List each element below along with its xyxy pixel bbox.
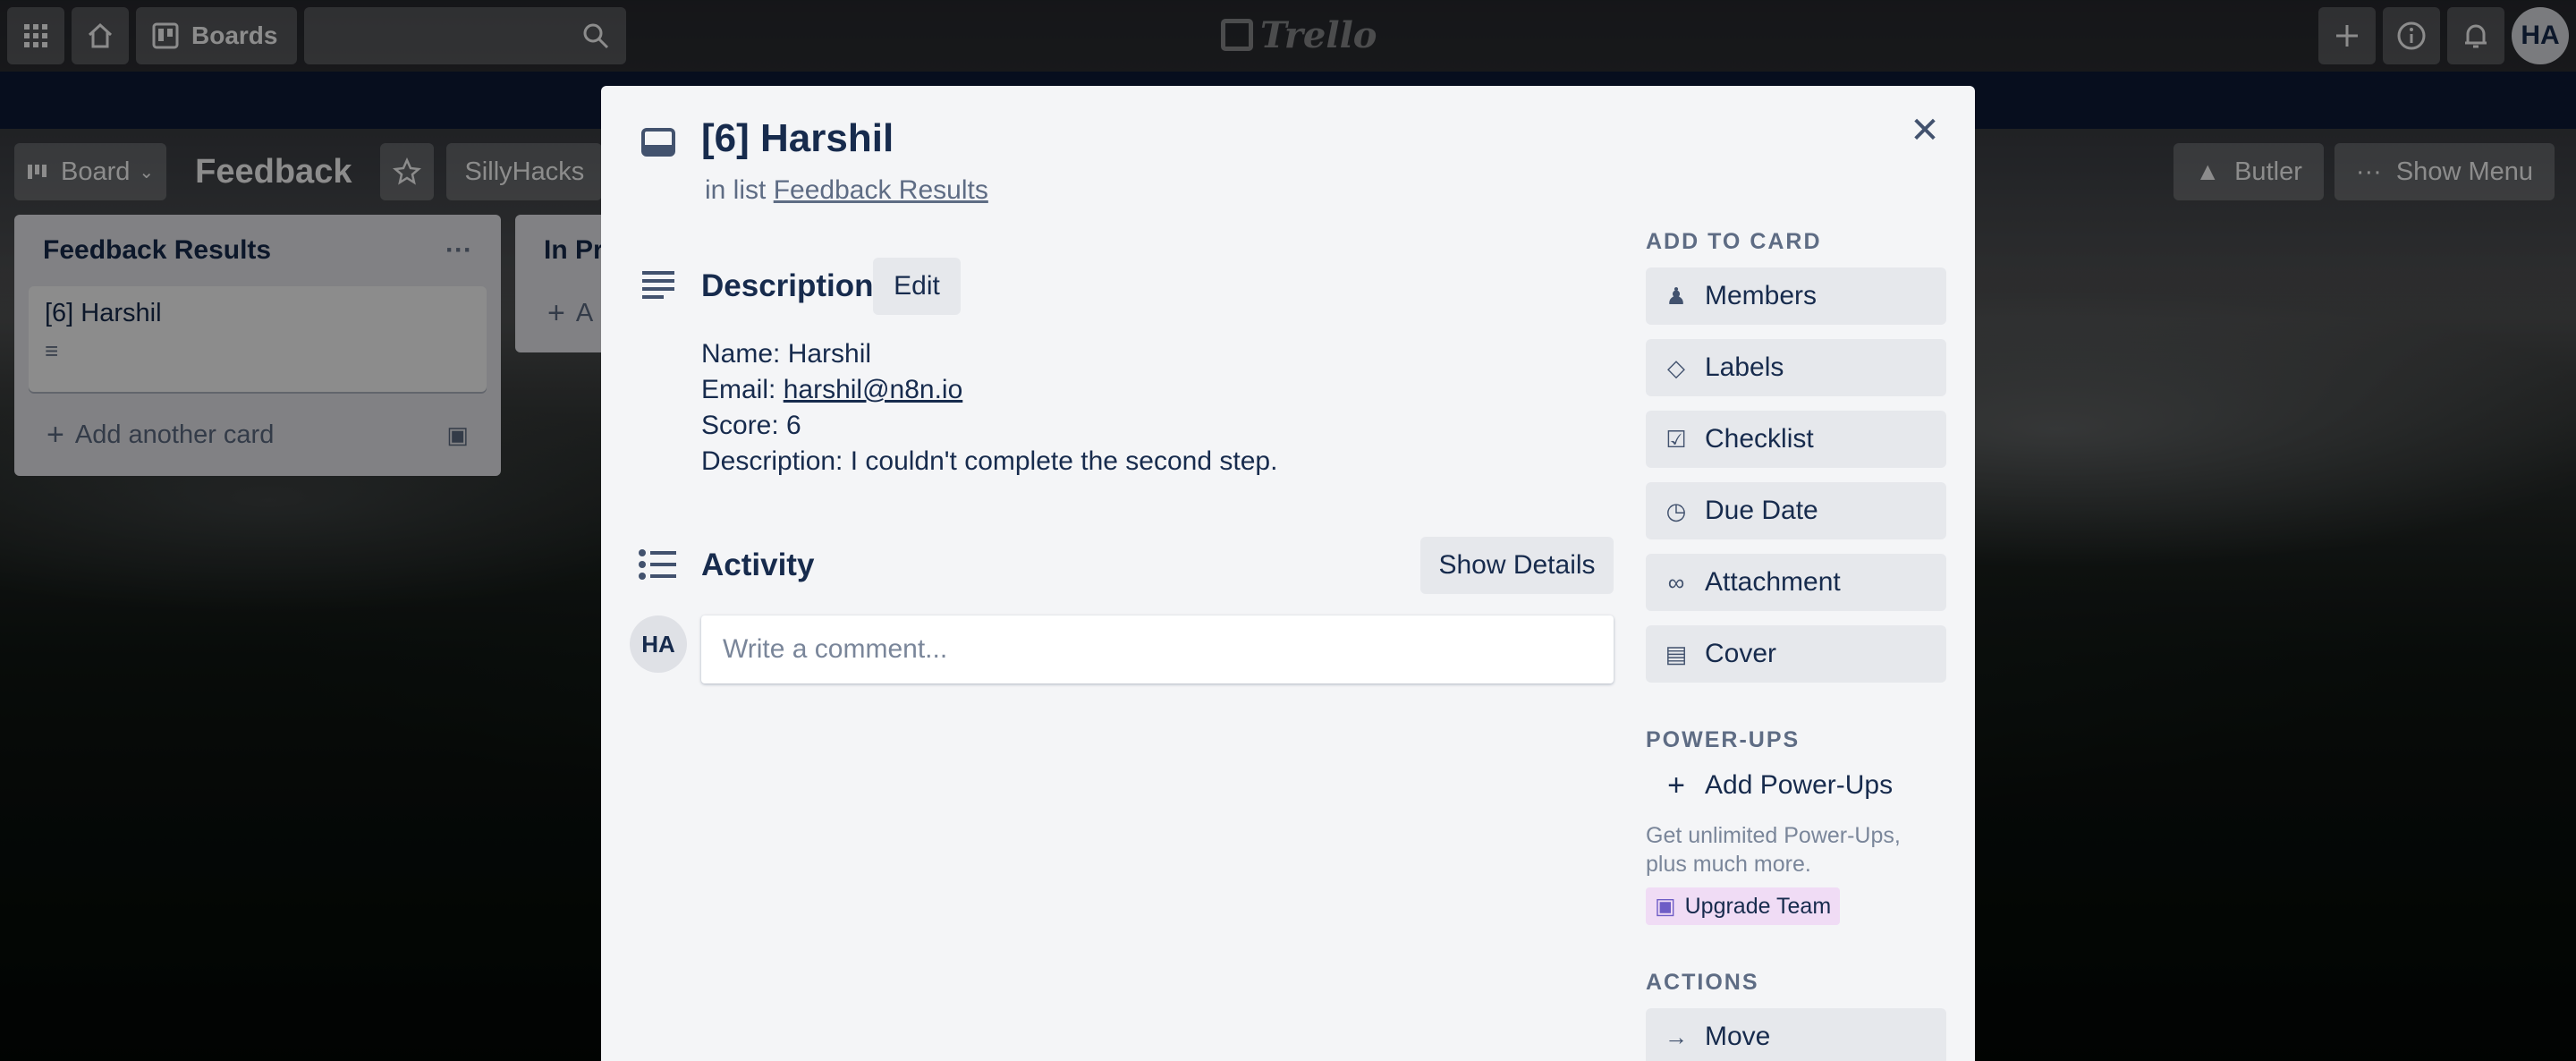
- add-to-card-heading: ADD TO CARD: [1646, 229, 1822, 254]
- labels-button[interactable]: ◇ Labels: [1646, 339, 1946, 396]
- briefcase-icon: ▣: [1655, 894, 1676, 919]
- labels-label: Labels: [1705, 352, 1784, 382]
- checklist-label: Checklist: [1705, 424, 1814, 454]
- comment-input[interactable]: [701, 615, 1614, 683]
- attachment-button[interactable]: ∞ Attachment: [1646, 554, 1946, 611]
- move-button[interactable]: → Move: [1646, 1008, 1946, 1061]
- attachment-label: Attachment: [1705, 567, 1841, 597]
- description-icon: [642, 271, 674, 299]
- description-text-line: Description: I couldn't complete the sec…: [701, 446, 1278, 476]
- activity-heading: Activity: [701, 547, 815, 582]
- in-list-prefix: in list: [705, 175, 767, 205]
- members-label: Members: [1705, 281, 1818, 310]
- upgrade-team-button[interactable]: ▣ Upgrade Team: [1646, 887, 1841, 925]
- due-date-label: Due Date: [1705, 496, 1818, 525]
- clock-icon: ◷: [1665, 497, 1687, 524]
- edit-description-button[interactable]: Edit: [873, 258, 961, 315]
- tag-icon: ◇: [1667, 353, 1685, 381]
- upgrade-team-label: Upgrade Team: [1684, 893, 1832, 919]
- activity-icon: [639, 549, 676, 580]
- power-ups-note-line2: plus much more.: [1646, 852, 1811, 877]
- cover-label: Cover: [1705, 639, 1777, 668]
- card-list-info: in list Feedback Results: [705, 175, 988, 206]
- add-power-ups-button[interactable]: + Add Power-Ups: [1646, 757, 1946, 814]
- description-email-line: Email: harshil@n8n.io: [701, 372, 1277, 408]
- due-date-button[interactable]: ◷ Due Date: [1646, 482, 1946, 539]
- email-link[interactable]: harshil@n8n.io: [784, 375, 963, 404]
- cover-button[interactable]: ▤ Cover: [1646, 625, 1946, 683]
- cover-icon: ▤: [1665, 640, 1688, 667]
- power-ups-note: Get unlimited Power-Ups, plus much more.: [1646, 821, 1946, 879]
- card-title[interactable]: [6] Harshil: [701, 116, 894, 161]
- arrow-right-icon: →: [1665, 1023, 1688, 1050]
- members-button[interactable]: ♟ Members: [1646, 267, 1946, 325]
- card-icon: [641, 128, 675, 157]
- actions-heading: ACTIONS: [1646, 970, 1759, 995]
- email-prefix: Email:: [701, 375, 776, 404]
- add-power-ups-label: Add Power-Ups: [1705, 770, 1894, 800]
- show-details-button[interactable]: Show Details: [1420, 537, 1614, 594]
- description-score-line: Score: 6: [701, 411, 801, 440]
- description-body[interactable]: Name: Harshil Email: harshil@n8n.io Scor…: [701, 336, 1277, 480]
- person-icon: ♟: [1665, 282, 1687, 310]
- power-ups-note-line1: Get unlimited Power-Ups,: [1646, 823, 1901, 848]
- description-name-line: Name: Harshil: [701, 339, 872, 369]
- card-sidebar: ADD TO CARD ♟ Members ◇ Labels ☑ Checkli…: [1646, 229, 1946, 1061]
- checklist-icon: ☑: [1665, 425, 1687, 453]
- checklist-button[interactable]: ☑ Checklist: [1646, 411, 1946, 468]
- description-heading: Description: [701, 268, 874, 303]
- close-icon[interactable]: ✕: [1903, 109, 1946, 152]
- list-link[interactable]: Feedback Results: [774, 175, 988, 205]
- avatar[interactable]: HA: [630, 615, 687, 673]
- paperclip-icon: ∞: [1667, 568, 1685, 596]
- power-ups-heading: POWER-UPS: [1646, 727, 1801, 752]
- card-detail-modal: ✕ [6] Harshil in list Feedback Results D…: [601, 86, 1975, 1061]
- plus-icon: +: [1667, 768, 1685, 802]
- move-label: Move: [1705, 1022, 1771, 1051]
